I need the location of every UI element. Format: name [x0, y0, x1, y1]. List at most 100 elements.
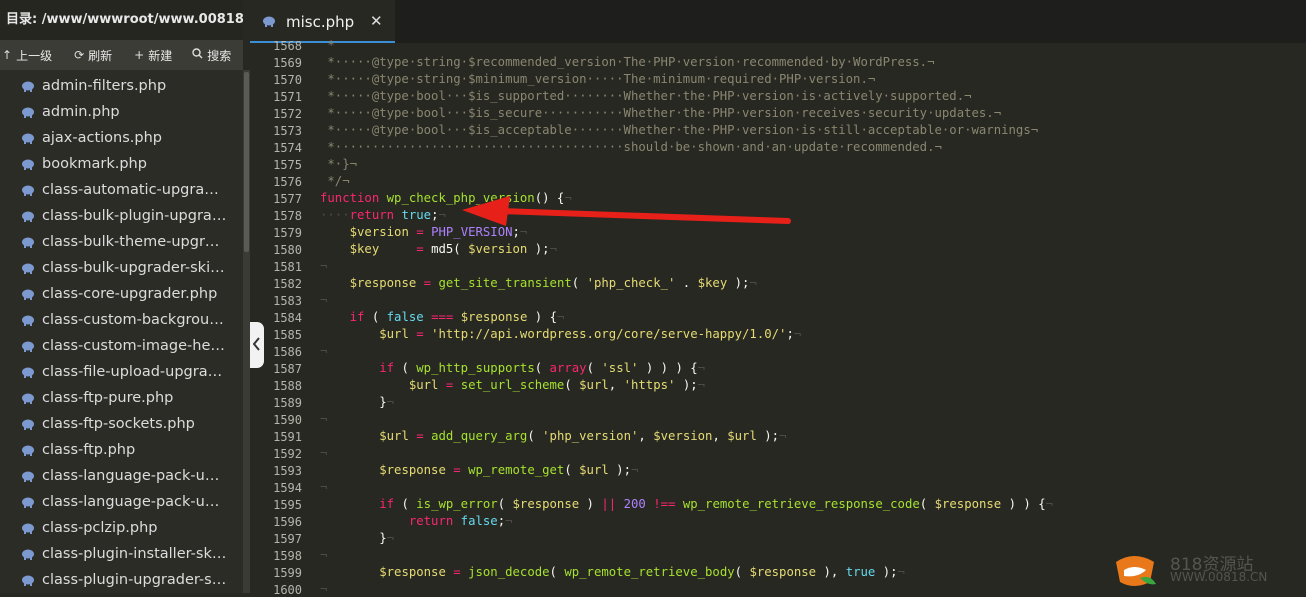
search-button[interactable]: 搜索 [192, 47, 231, 64]
php-file-icon [20, 262, 36, 274]
line-number: 1571 [273, 90, 302, 104]
watermark-url: WWW.00818.CN [1170, 570, 1268, 584]
php-file-icon [20, 548, 36, 560]
file-item[interactable]: ajax-actions.php [0, 125, 243, 151]
php-file-icon [20, 314, 36, 326]
code-line: *·····@type·string·$recommended_version·… [320, 55, 935, 69]
code-line: $url = set_url_scheme( $url, 'https' );¬ [408, 378, 706, 392]
code-line: $response = wp_remote_get( $url );¬ [379, 463, 639, 477]
file-name: class-ftp.php [42, 442, 136, 458]
code-line: $key = md5( $version );¬ [349, 242, 557, 256]
code-line: }¬ [320, 531, 395, 545]
file-item[interactable]: class-ftp-sockets.php [0, 411, 243, 437]
collapse-sidebar-button[interactable] [250, 322, 264, 368]
line-number: 1573 [273, 124, 302, 138]
php-file-icon [20, 158, 36, 170]
php-file-icon [20, 392, 36, 404]
line-number: 1594 [273, 481, 302, 495]
file-item[interactable]: class-bulk-theme-upgrad... [0, 229, 243, 255]
file-name: class-custom-image-hea... [42, 338, 227, 354]
file-item[interactable]: class-file-upload-upgrade... [0, 359, 243, 385]
line-number: 1590 [273, 413, 302, 427]
php-file-icon [20, 340, 36, 352]
file-name: class-bulk-upgrader-skin.... [42, 260, 227, 276]
file-item[interactable]: class-language-pack-upg... [0, 489, 243, 515]
code-line: *·}¬ [320, 157, 358, 171]
line-number: 1581 [273, 260, 302, 274]
php-file-icon [20, 418, 36, 430]
tab-label: misc.php [286, 12, 355, 31]
line-number: 1574 [273, 141, 302, 155]
site-watermark: 818资源站 WWW.00818.CN [1110, 548, 1267, 594]
new-label: 新建 [148, 48, 173, 63]
new-button[interactable]: + 新建 [134, 47, 172, 64]
file-item[interactable]: admin.php [0, 99, 243, 125]
line-number: 1583 [273, 294, 302, 308]
file-name: ajax-actions.php [42, 130, 163, 146]
line-number: 1576 [273, 175, 302, 189]
file-name: class-ftp-sockets.php [42, 416, 195, 432]
line-number: 1578 [273, 209, 302, 223]
watermark-logo-icon [1116, 556, 1156, 586]
line-number: 1575 [273, 158, 302, 172]
line-number: 1593 [273, 464, 302, 478]
line-number: 1589 [273, 396, 302, 410]
refresh-label: 刷新 [88, 48, 113, 63]
code-line: ¬ [320, 582, 328, 596]
file-name: class-ftp-pure.php [42, 390, 174, 406]
code-line: ¬ [320, 412, 328, 426]
file-name: class-plugin-installer-skin... [42, 546, 227, 562]
code-line: */¬ [320, 174, 350, 188]
refresh-icon: ⟳ [74, 48, 85, 62]
up-button[interactable]: ↑ 上一级 [2, 47, 52, 64]
file-item[interactable]: class-plugin-upgrader-ski... [0, 567, 243, 593]
file-name: class-file-upload-upgrade... [42, 364, 227, 380]
code-line: *·····@type·string·$minimum_version·····… [320, 72, 876, 86]
close-icon[interactable]: ✕ [370, 12, 383, 30]
code-line: if ( wp_http_supports( array( 'ssl' ) ) … [379, 361, 706, 375]
code-line: ····return true;¬ [320, 208, 446, 222]
code-line: ¬ [320, 259, 328, 273]
file-item[interactable]: class-bulk-upgrader-skin.... [0, 255, 243, 281]
line-number: 1598 [273, 549, 302, 563]
line-number: 1569 [273, 56, 302, 70]
file-item[interactable]: class-ftp.php [0, 437, 243, 463]
line-number: 1579 [273, 226, 302, 240]
code-line: function wp_check_php_version() {¬ [320, 191, 572, 205]
php-file-icon [20, 80, 36, 92]
file-toolbar: ↑ 上一级 ⟳ 刷新 + 新建 搜索 [0, 40, 243, 70]
file-item[interactable]: bookmark.php [0, 151, 243, 177]
file-item[interactable]: class-custom-background... [0, 307, 243, 333]
file-item[interactable]: class-automatic-upgrader... [0, 177, 243, 203]
php-file-icon [20, 522, 36, 534]
code-line: if ( false === $response ) {¬ [349, 310, 565, 324]
file-item[interactable]: admin-filters.php [0, 73, 243, 99]
sidebar-scrollbar[interactable] [243, 70, 250, 593]
php-file-icon [20, 236, 36, 248]
php-file-icon [20, 470, 36, 482]
php-file-icon [20, 288, 36, 300]
code-line: * [320, 38, 335, 52]
file-item[interactable]: class-custom-image-hea... [0, 333, 243, 359]
file-item[interactable]: class-core-upgrader.php [0, 281, 243, 307]
tab-misc-php[interactable]: misc.php ✕ [250, 0, 395, 43]
file-item[interactable]: class-language-pack-upg... [0, 463, 243, 489]
arrow-up-icon: ↑ [2, 48, 13, 62]
scrollbar-thumb[interactable] [244, 72, 249, 252]
line-number: 1582 [273, 277, 302, 291]
code-line: *·····@type·bool···$is_acceptable·······… [320, 123, 1039, 137]
file-item[interactable]: class-ftp-pure.php [0, 385, 243, 411]
code-line: if ( is_wp_error( $response ) || 200 !==… [379, 497, 1054, 511]
file-item[interactable]: class-bulk-plugin-upgrad... [0, 203, 243, 229]
file-name: class-language-pack-upg... [42, 468, 227, 484]
file-item[interactable]: class-pclzip.php [0, 515, 243, 541]
line-number: 1580 [273, 243, 302, 257]
refresh-button[interactable]: ⟳ 刷新 [74, 47, 112, 64]
file-name: bookmark.php [42, 156, 147, 172]
line-number: 1599 [273, 566, 302, 580]
file-item[interactable]: class-plugin-installer-skin... [0, 541, 243, 567]
file-name: class-plugin-upgrader-ski... [42, 572, 227, 588]
chevron-left-icon [252, 336, 261, 355]
code-line: ¬ [320, 446, 328, 460]
file-name: class-bulk-theme-upgrad... [42, 234, 227, 250]
